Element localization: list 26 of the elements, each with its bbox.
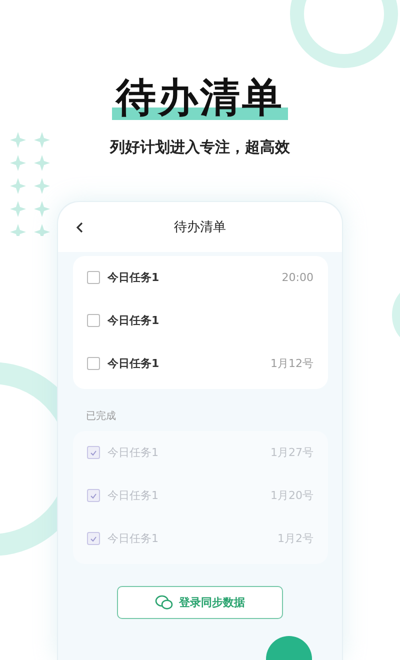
task-label: 今日任务1 bbox=[108, 356, 160, 371]
task-label: 今日任务1 bbox=[108, 531, 160, 546]
task-due: 1月12号 bbox=[270, 356, 314, 371]
task-label: 今日任务1 bbox=[108, 488, 160, 503]
checkbox[interactable] bbox=[86, 489, 100, 502]
checkbox[interactable] bbox=[86, 314, 100, 327]
task-due: 1月2号 bbox=[278, 531, 314, 546]
checkbox[interactable] bbox=[86, 532, 100, 545]
app-title: 待办清单 bbox=[174, 219, 226, 236]
task-due: 1月20号 bbox=[270, 488, 314, 503]
chat-bubbles-icon bbox=[155, 595, 173, 610]
task-label: 今日任务1 bbox=[108, 313, 160, 328]
check-icon bbox=[90, 450, 96, 456]
back-icon[interactable] bbox=[76, 222, 83, 233]
section-heading: 已完成 bbox=[86, 410, 116, 423]
task-label: 今日任务1 bbox=[108, 445, 160, 460]
task-due: 20:00 bbox=[282, 271, 314, 284]
task-label: 今日任务1 bbox=[108, 270, 160, 285]
check-icon bbox=[90, 492, 96, 498]
subtitle: 列好计划进入专注，超高效 bbox=[110, 138, 290, 157]
checkbox[interactable] bbox=[86, 271, 100, 284]
sync-button[interactable]: 登录同步数据 bbox=[117, 586, 283, 619]
checkbox[interactable] bbox=[86, 357, 100, 370]
check-icon bbox=[90, 536, 96, 542]
checkbox[interactable] bbox=[86, 446, 100, 459]
task-due: 1月27号 bbox=[270, 445, 314, 460]
